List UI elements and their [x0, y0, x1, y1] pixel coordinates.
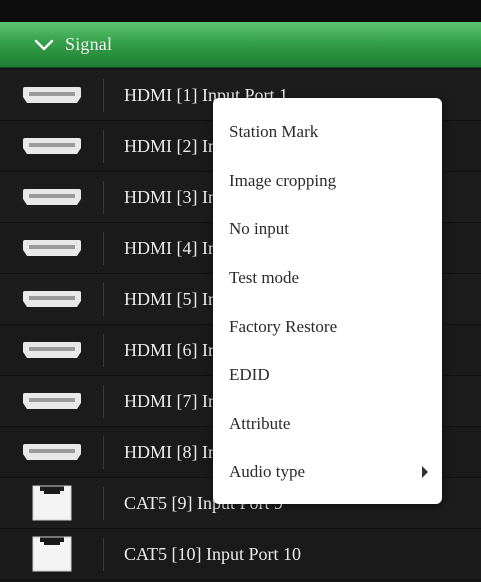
- rj45-port-icon: [0, 529, 104, 579]
- signal-panel: Signal HDMI [1] Input Port 1 HDMI [2] In…: [0, 0, 481, 582]
- menu-item-image-cropping[interactable]: Image cropping: [213, 157, 442, 206]
- menu-item-label: No input: [229, 219, 289, 239]
- menu-item-label: Image cropping: [229, 170, 337, 190]
- signal-row-cat5-10[interactable]: CAT5 [10] Input Port 10: [0, 529, 481, 580]
- hdmi-port-icon: [0, 427, 104, 477]
- menu-item-test-mode[interactable]: Test mode: [213, 254, 442, 303]
- menu-item-label: Station Mark: [229, 122, 319, 142]
- hdmi-port-icon: [0, 70, 104, 120]
- chevron-down-icon[interactable]: [33, 38, 55, 52]
- signal-label: CAT5 [10] Input Port 10: [124, 543, 301, 564]
- hdmi-port-icon: [0, 376, 104, 426]
- rj45-port-icon: [0, 478, 104, 528]
- menu-item-label: Factory Restore: [229, 316, 338, 336]
- hdmi-port-icon: [0, 172, 104, 222]
- menu-item-no-input[interactable]: No input: [213, 205, 442, 254]
- menu-item-station-mark[interactable]: Station Mark: [213, 108, 442, 157]
- menu-item-edid[interactable]: EDID: [213, 351, 442, 400]
- menu-item-label: Attribute: [229, 413, 291, 433]
- caret-right-icon: [422, 466, 428, 479]
- hdmi-port-icon: [0, 274, 104, 324]
- menu-item-attribute[interactable]: Attribute: [213, 400, 442, 449]
- menu-item-audio-type[interactable]: Audio type: [213, 448, 442, 497]
- menu-item-label: Audio type: [229, 462, 306, 482]
- menu-item-label: EDID: [229, 365, 270, 385]
- menu-item-factory-restore[interactable]: Factory Restore: [213, 302, 442, 351]
- signal-group-title: Signal: [65, 34, 113, 54]
- signal-group-header[interactable]: Signal: [0, 22, 481, 68]
- context-menu: Station Mark Image cropping No input Tes…: [213, 98, 442, 504]
- top-bar: [0, 0, 481, 22]
- menu-item-label: Test mode: [229, 268, 300, 288]
- hdmi-port-icon: [0, 121, 104, 171]
- hdmi-port-icon: [0, 325, 104, 375]
- hdmi-port-icon: [0, 223, 104, 273]
